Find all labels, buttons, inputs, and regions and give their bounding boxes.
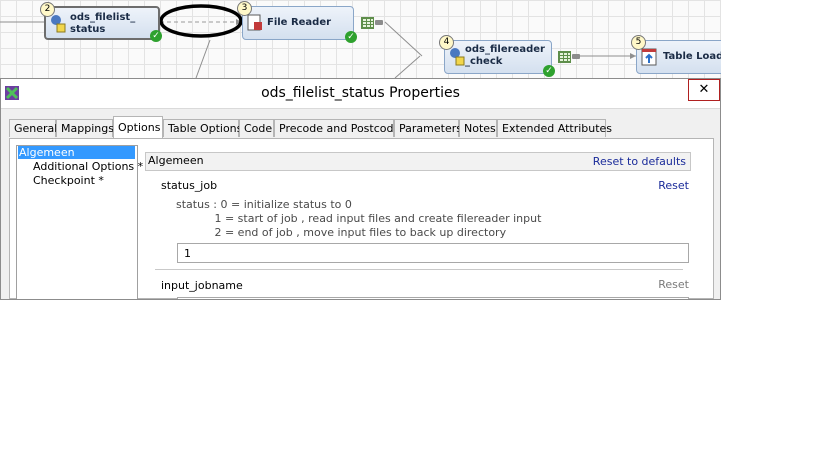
dialog-title: ods_filelist_status Properties [261, 85, 460, 101]
panel-header: Algemeen Reset to defaults [145, 152, 691, 171]
node-label: Table Loade [663, 51, 721, 62]
option-description-status-job: status : 0 = initialize status to 0 1 = … [176, 198, 542, 239]
status-ok-icon: ✓ [150, 30, 162, 42]
file-reader-icon [247, 14, 262, 31]
tab-options[interactable]: Options [113, 116, 163, 138]
input-jobname-input[interactable] [177, 297, 689, 299]
connector-down-2 [394, 55, 421, 78]
flow-node-ods-filereader-check[interactable]: 4 ods_filereader _check ✓ [439, 35, 555, 77]
tree-item-checkpoint[interactable]: Checkpoint * [33, 174, 104, 187]
options-category-tree: Algemeen Additional Options * Checkpoint… [16, 145, 143, 299]
option-separator [155, 269, 683, 270]
transform-icon [51, 15, 66, 33]
output-port[interactable] [572, 54, 580, 59]
node-label: ods_filelist_ status [70, 12, 136, 35]
options-tab-body: Algemeen Additional Options * Checkpoint… [9, 138, 714, 299]
tree-item-additional-options[interactable]: Additional Options * [33, 160, 143, 173]
status-ok-icon: ✓ [543, 65, 555, 77]
tree-item-algemeen[interactable]: Algemeen [18, 146, 135, 159]
status-job-input[interactable]: 1 [177, 243, 689, 263]
tab-notes[interactable]: Notes [459, 119, 497, 137]
tab-parameters[interactable]: Parameters [394, 119, 462, 137]
reset-to-defaults-link[interactable]: Reset to defaults [593, 155, 686, 168]
option-label-input-jobname: input_jobname [161, 279, 243, 292]
connector-n3-n4 [384, 21, 423, 57]
dialog-titlebar[interactable]: ods_filelist_status Properties ✕ [1, 79, 720, 109]
panel-title: Algemeen [148, 154, 204, 167]
reset-status-job-link[interactable]: Reset [658, 179, 689, 192]
option-label-status-job: status_job [161, 179, 218, 192]
tab-code[interactable]: Code [239, 119, 274, 137]
tab-table-options[interactable]: Table Options [163, 119, 242, 137]
flow-node-table-loader[interactable]: 5 Table Loade [631, 35, 721, 74]
connector-down [195, 39, 211, 78]
table-loader-icon [641, 48, 657, 66]
node-label: ods_filereader _check [465, 44, 545, 67]
table-output-icon [361, 17, 374, 29]
properties-dialog: ods_filelist_status Properties ✕ General… [0, 78, 721, 300]
tab-precode-postcode[interactable]: Precode and Postcode [274, 119, 400, 137]
table-output-icon [558, 51, 571, 63]
highlight-ellipse [159, 4, 243, 38]
tab-extended-attributes[interactable]: Extended Attributes [497, 119, 612, 137]
options-panel: Algemeen Reset to defaults status_job Re… [145, 152, 691, 299]
job-flow-canvas[interactable]: 2 ods_filelist_ status ✓ 3 File Reader ✓… [0, 0, 721, 78]
node-label: File Reader [267, 17, 332, 28]
close-button[interactable]: ✕ [688, 79, 720, 101]
tab-mappings[interactable]: Mappings [56, 119, 114, 137]
flow-node-ods-filelist-status[interactable]: 2 ods_filelist_ status ✓ [40, 2, 162, 42]
output-port[interactable] [375, 20, 383, 25]
reset-input-jobname-link[interactable]: Reset [658, 278, 689, 291]
status-ok-icon: ✓ [345, 31, 357, 43]
tab-general[interactable]: General [9, 119, 57, 137]
transform-icon [450, 48, 465, 66]
flow-node-file-reader[interactable]: 3 File Reader ✓ [237, 1, 357, 43]
